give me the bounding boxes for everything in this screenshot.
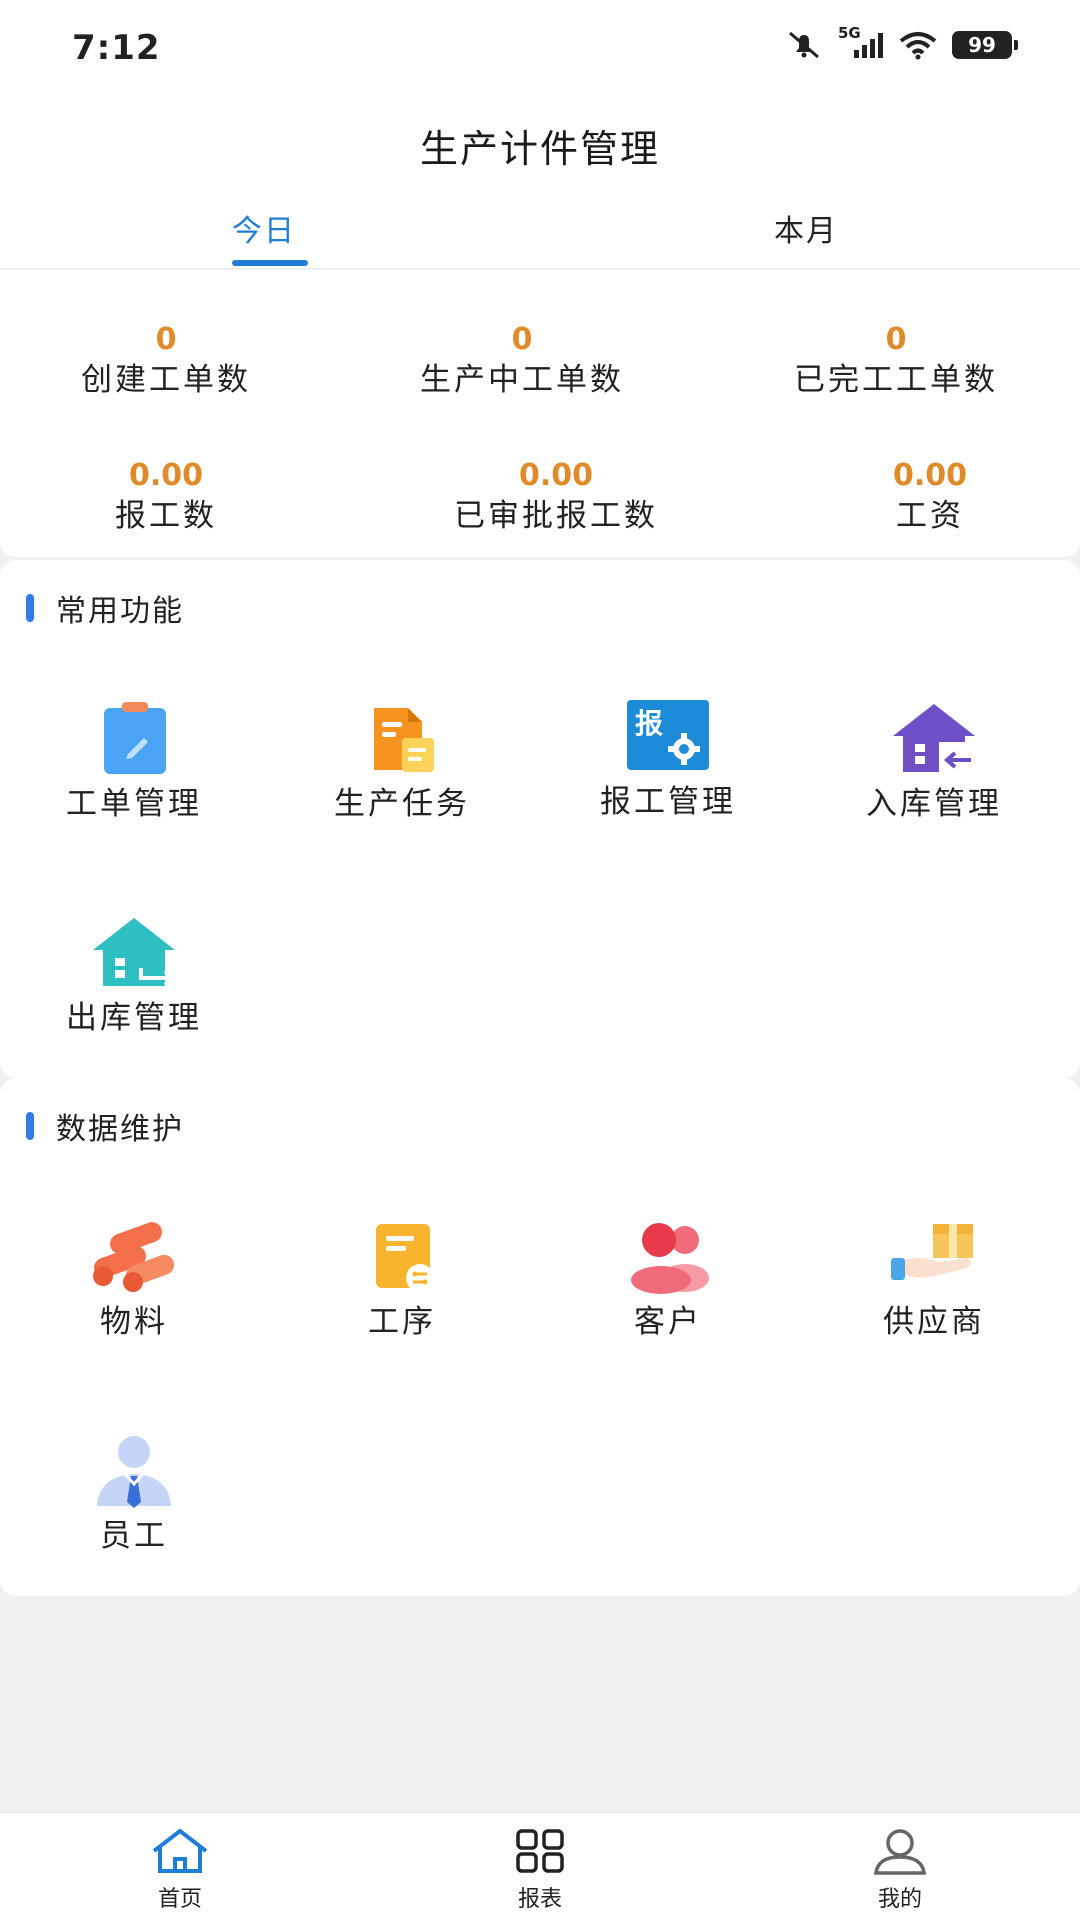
section-title: 数据维护 bbox=[56, 1112, 184, 1147]
status-time: 7:12 bbox=[72, 28, 161, 68]
tab-this-month[interactable]: 本月 bbox=[774, 206, 838, 250]
stat-in-production-orders: 0 生产中工单数 bbox=[372, 322, 672, 402]
customer-icon bbox=[631, 1223, 709, 1294]
grid-label: 报工管理 bbox=[600, 784, 736, 820]
grid-icon bbox=[516, 1829, 564, 1873]
grid-label: 工单管理 bbox=[66, 786, 202, 822]
section-accent-bar bbox=[26, 594, 34, 622]
signal-icon: 5G bbox=[838, 24, 884, 60]
bottom-navigation: 首页 报表 我的 bbox=[0, 1812, 1080, 1921]
page-title: 生产计件管理 bbox=[419, 127, 660, 171]
mute-icon bbox=[789, 31, 819, 59]
grid-label: 客户 bbox=[634, 1304, 702, 1340]
stat-label: 生产中工单数 bbox=[420, 362, 624, 398]
stat-value: 0 bbox=[155, 322, 177, 357]
stat-label: 报工数 bbox=[115, 498, 217, 534]
app-header: 生产计件管理 bbox=[0, 96, 1080, 192]
employee[interactable]: 员工 bbox=[34, 1432, 234, 1555]
grid-label: 入库管理 bbox=[866, 786, 1002, 822]
process-icon bbox=[376, 1224, 434, 1292]
status-icons: 5G 99 bbox=[784, 24, 1018, 60]
outbound-icon bbox=[93, 918, 177, 987]
section-accent-bar bbox=[26, 1112, 34, 1140]
stat-label: 已完工工单数 bbox=[794, 362, 998, 398]
nav-mine[interactable]: 我的 bbox=[840, 1827, 960, 1913]
stat-value: 0 bbox=[511, 322, 533, 357]
stat-value: 0.00 bbox=[518, 458, 594, 493]
stat-label: 创建工单数 bbox=[81, 362, 251, 398]
nav-reports[interactable]: 报表 bbox=[480, 1827, 600, 1913]
grid-label: 员工 bbox=[100, 1518, 168, 1554]
stat-value: 0.00 bbox=[892, 458, 968, 493]
employee-icon bbox=[97, 1436, 171, 1508]
process[interactable]: 工序 bbox=[302, 1218, 502, 1341]
data-maintenance-section: 数据维护 物料 工序 客户 供应商 员工 bbox=[0, 1078, 1080, 1596]
grid-label: 生产任务 bbox=[334, 786, 470, 822]
stat-approved-reports: 0.00 已审批报工数 bbox=[406, 458, 706, 538]
wifi-icon bbox=[899, 32, 937, 60]
stat-created-orders: 0 创建工单数 bbox=[16, 322, 316, 402]
tab-bar: 今日 本月 bbox=[0, 192, 1080, 270]
supplier-icon bbox=[891, 1224, 973, 1280]
grid-label: 工序 bbox=[368, 1304, 436, 1340]
section-header: 常用功能 bbox=[26, 586, 184, 630]
section-title: 常用功能 bbox=[56, 594, 184, 629]
stat-label: 已审批报工数 bbox=[454, 498, 658, 534]
stats-card: 今日 本月 0 创建工单数 0 生产中工单数 0 已完工工单数 0.00 报工数… bbox=[0, 192, 1080, 557]
customer[interactable]: 客户 bbox=[568, 1218, 768, 1341]
work-order-management[interactable]: 工单管理 bbox=[34, 700, 234, 823]
common-functions-section: 常用功能 工单管理 生产任务 报 报工管理 入库管理 出库管理 bbox=[0, 560, 1080, 1078]
user-icon bbox=[874, 1829, 926, 1875]
grid-label: 出库管理 bbox=[66, 1000, 202, 1036]
nav-label: 首页 bbox=[157, 1887, 202, 1912]
inbound-icon bbox=[893, 704, 975, 772]
stat-completed-orders: 0 已完工工单数 bbox=[746, 322, 1046, 402]
nav-label: 我的 bbox=[877, 1887, 922, 1912]
supplier[interactable]: 供应商 bbox=[834, 1218, 1034, 1341]
report-work-management[interactable]: 报 报工管理 bbox=[568, 700, 768, 821]
tab-today[interactable]: 今日 bbox=[232, 206, 296, 250]
nav-label: 报表 bbox=[517, 1887, 562, 1912]
section-header: 数据维护 bbox=[26, 1104, 184, 1148]
production-task[interactable]: 生产任务 bbox=[302, 700, 502, 823]
grid-label: 供应商 bbox=[883, 1304, 985, 1340]
stat-label: 工资 bbox=[896, 498, 964, 534]
nav-home[interactable]: 首页 bbox=[120, 1827, 240, 1913]
work-order-icon bbox=[104, 702, 166, 774]
stat-reported-work: 0.00 报工数 bbox=[16, 458, 316, 538]
stat-wage: 0.00 工资 bbox=[780, 458, 1080, 538]
stat-value: 0 bbox=[885, 322, 907, 357]
stat-value: 0.00 bbox=[128, 458, 204, 493]
tab-active-indicator bbox=[232, 260, 308, 266]
material[interactable]: 物料 bbox=[34, 1218, 234, 1341]
report-icon-text: 报 bbox=[635, 707, 664, 740]
home-icon bbox=[152, 1829, 208, 1873]
outbound-management[interactable]: 出库管理 bbox=[34, 914, 234, 1037]
inbound-management[interactable]: 入库管理 bbox=[834, 700, 1034, 823]
report-work-icon: 报 bbox=[627, 700, 709, 770]
production-task-icon bbox=[374, 708, 434, 772]
battery-icon: 99 bbox=[952, 31, 1018, 59]
material-icon bbox=[93, 1222, 175, 1292]
status-bar: 7:12 5G 99 bbox=[0, 0, 1080, 96]
grid-label: 物料 bbox=[100, 1304, 168, 1340]
